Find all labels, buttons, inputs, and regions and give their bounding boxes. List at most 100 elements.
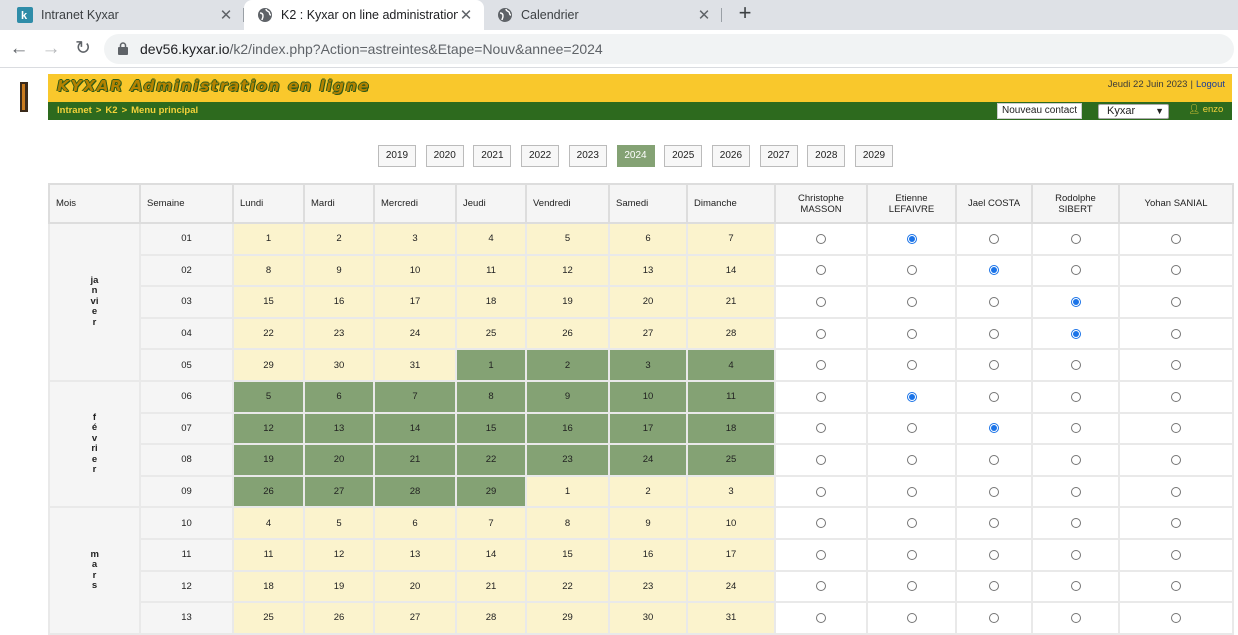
tab-calendrier[interactable]: Calendrier ✕ — [484, 0, 722, 30]
assign-radio[interactable] — [816, 360, 826, 371]
assign-radio[interactable] — [1070, 265, 1081, 276]
assign-radio[interactable] — [816, 296, 826, 307]
assignment-cell — [774, 474, 868, 509]
assign-radio[interactable] — [906, 486, 917, 497]
assign-radio[interactable] — [989, 518, 999, 529]
assign-radio[interactable] — [1070, 391, 1081, 402]
assign-radio[interactable] — [1070, 296, 1081, 307]
assign-radio[interactable] — [816, 549, 826, 560]
tab-k2-admin[interactable]: K2 : Kyxar on line administration ✕ — [244, 0, 484, 30]
assign-radio[interactable] — [816, 423, 826, 434]
forward-arrow-icon[interactable]: → — [38, 36, 64, 62]
assign-radio[interactable] — [1171, 328, 1181, 339]
assign-radio[interactable] — [1171, 265, 1181, 276]
reload-icon[interactable]: ↻ — [70, 36, 96, 62]
year-button-2026[interactable]: 2026 — [711, 145, 750, 167]
assign-radio[interactable] — [1171, 612, 1181, 623]
assign-radio[interactable] — [989, 360, 999, 371]
company-select[interactable]: Kyxar ▼ — [1098, 104, 1169, 119]
assign-radio[interactable] — [989, 423, 999, 434]
tab-intranet-kyxar[interactable]: k Intranet Kyxar ✕ — [0, 0, 244, 30]
year-button-2025[interactable]: 2025 — [664, 145, 703, 167]
assign-radio[interactable] — [1171, 391, 1181, 402]
close-icon[interactable]: ✕ — [696, 6, 712, 24]
back-arrow-icon[interactable]: ← — [6, 36, 32, 62]
assign-radio[interactable] — [1070, 233, 1081, 244]
assign-radio[interactable] — [906, 581, 917, 592]
assign-radio[interactable] — [906, 360, 917, 371]
assign-radio[interactable] — [906, 518, 917, 529]
assign-radio[interactable] — [1171, 296, 1181, 307]
assign-radio[interactable] — [816, 265, 826, 276]
col-header-month: Mois — [48, 183, 141, 224]
assign-radio[interactable] — [1171, 549, 1181, 560]
close-icon[interactable]: ✕ — [458, 6, 474, 24]
assign-radio[interactable] — [906, 265, 917, 276]
assign-radio[interactable] — [989, 454, 999, 465]
year-button-2029[interactable]: 2029 — [855, 145, 893, 167]
breadcrumb-menu-principal[interactable]: Menu principal — [131, 105, 198, 116]
assign-radio[interactable] — [1070, 360, 1081, 371]
assign-radio[interactable] — [906, 612, 917, 623]
breadcrumb-k2[interactable]: K2 — [105, 105, 117, 116]
assign-radio[interactable] — [816, 518, 826, 529]
col-header-day: Jeudi — [455, 183, 527, 224]
assign-radio[interactable] — [816, 581, 826, 592]
assign-radio[interactable] — [816, 612, 826, 623]
year-button-2024[interactable]: 2024 — [616, 145, 655, 167]
assign-radio[interactable] — [1070, 518, 1081, 529]
assign-radio[interactable] — [989, 391, 999, 402]
assign-radio[interactable] — [816, 454, 826, 465]
assign-radio[interactable] — [1070, 486, 1081, 497]
assign-radio[interactable] — [1171, 581, 1181, 592]
assign-radio[interactable] — [989, 581, 999, 592]
breadcrumb-intranet[interactable]: Intranet — [57, 105, 92, 116]
assign-radio[interactable] — [989, 486, 999, 497]
assign-radio[interactable] — [989, 233, 999, 244]
breadcrumb-separator: > — [121, 105, 128, 116]
assign-radio[interactable] — [989, 296, 999, 307]
assign-radio[interactable] — [1070, 328, 1081, 339]
assign-radio[interactable] — [906, 454, 917, 465]
year-button-2022[interactable]: 2022 — [521, 145, 560, 167]
user-menu[interactable]: 👤︎ enzo — [1188, 104, 1223, 115]
year-button-2021[interactable]: 2021 — [473, 145, 512, 167]
url-field[interactable]: dev56.kyxar.io/k2/index.php?Action=astre… — [104, 34, 1234, 64]
assign-radio[interactable] — [1070, 581, 1081, 592]
assign-radio[interactable] — [906, 328, 917, 339]
assign-radio[interactable] — [1171, 360, 1181, 371]
assign-radio[interactable] — [816, 328, 826, 339]
assign-radio[interactable] — [1171, 454, 1181, 465]
year-button-2019[interactable]: 2019 — [378, 145, 416, 167]
new-tab-button[interactable]: + — [733, 2, 757, 26]
assign-radio[interactable] — [989, 612, 999, 623]
assign-radio[interactable] — [1171, 518, 1181, 529]
assign-radio[interactable] — [906, 549, 917, 560]
assign-radio[interactable] — [906, 423, 917, 434]
year-button-2028[interactable]: 2028 — [807, 145, 846, 167]
new-contact-button[interactable]: Nouveau contact — [997, 103, 1083, 119]
assign-radio[interactable] — [1171, 486, 1181, 497]
assignment-cell — [955, 222, 1033, 256]
assign-radio[interactable] — [989, 549, 999, 560]
assign-radio[interactable] — [906, 391, 917, 402]
col-header-day: Mardi — [303, 183, 375, 224]
assign-radio[interactable] — [989, 265, 999, 276]
assign-radio[interactable] — [1070, 454, 1081, 465]
assign-radio[interactable] — [816, 486, 826, 497]
assign-radio[interactable] — [1070, 423, 1081, 434]
assign-radio[interactable] — [906, 233, 917, 244]
close-icon[interactable]: ✕ — [218, 6, 234, 24]
assign-radio[interactable] — [816, 391, 826, 402]
year-button-2027[interactable]: 2027 — [759, 145, 798, 167]
year-button-2023[interactable]: 2023 — [568, 145, 607, 167]
assign-radio[interactable] — [1070, 549, 1081, 560]
assign-radio[interactable] — [906, 296, 917, 307]
logout-link[interactable]: Logout — [1196, 79, 1225, 90]
assign-radio[interactable] — [1070, 612, 1081, 623]
assign-radio[interactable] — [816, 233, 826, 244]
year-button-2020[interactable]: 2020 — [425, 145, 464, 167]
assign-radio[interactable] — [1171, 233, 1181, 244]
assign-radio[interactable] — [989, 328, 999, 339]
assign-radio[interactable] — [1171, 423, 1181, 434]
